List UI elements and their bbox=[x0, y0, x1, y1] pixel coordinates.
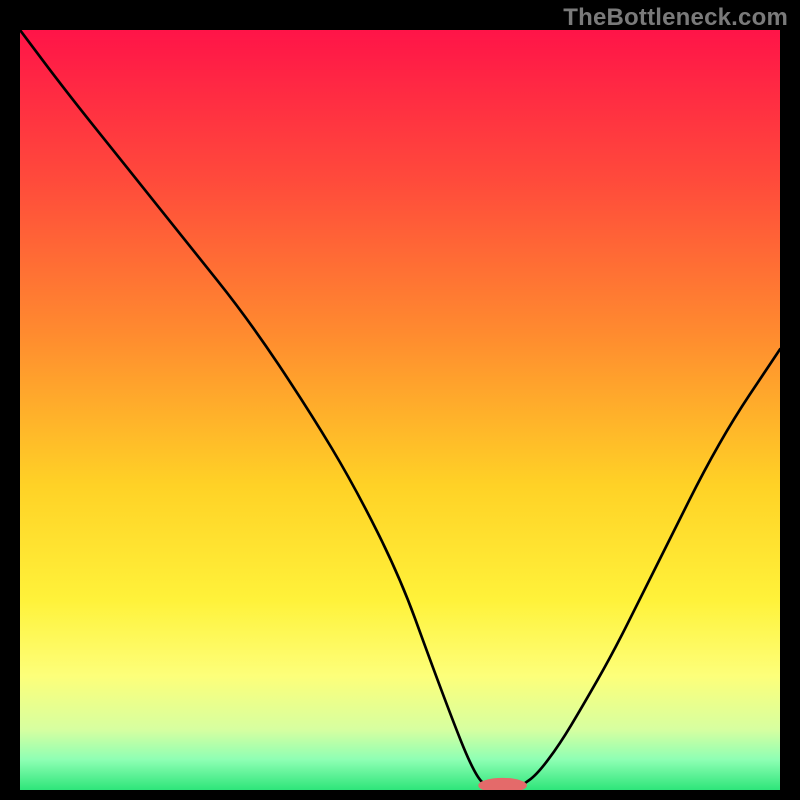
bottleneck-chart bbox=[20, 30, 780, 790]
chart-frame: TheBottleneck.com bbox=[0, 0, 800, 800]
watermark-text: TheBottleneck.com bbox=[563, 4, 788, 32]
gradient-background bbox=[20, 30, 780, 790]
